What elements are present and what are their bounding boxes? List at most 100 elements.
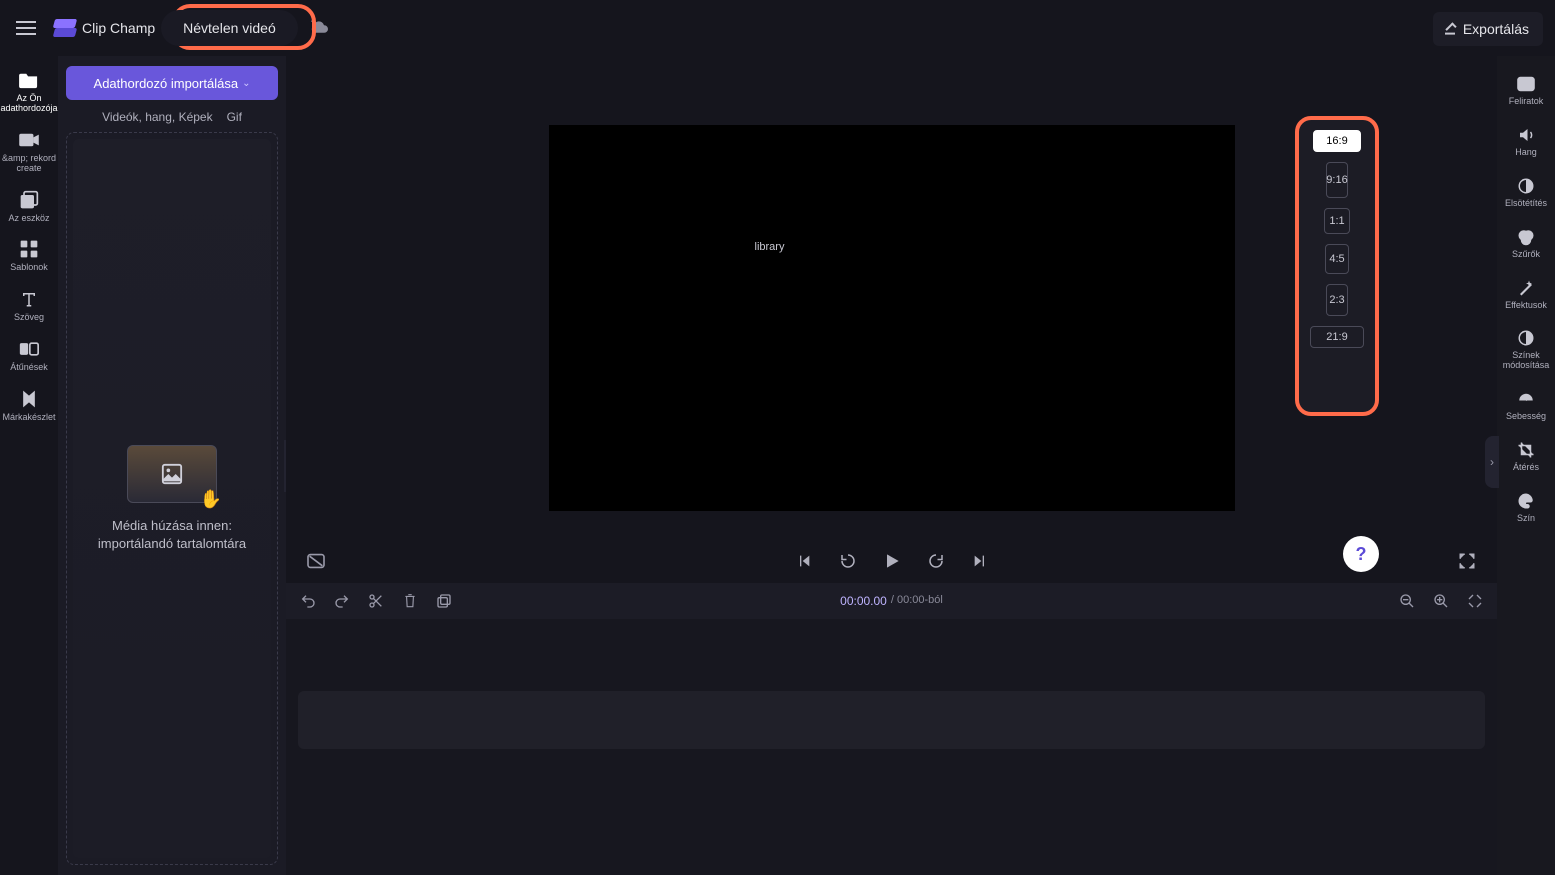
redo-button[interactable] <box>332 591 352 611</box>
media-filter-main[interactable]: Videók, hang, Képek <box>102 110 213 124</box>
project-title-input[interactable]: Névtelen videó <box>161 10 298 46</box>
play-button[interactable] <box>880 549 904 573</box>
palette-icon <box>1515 491 1537 511</box>
aspect-4-5-button[interactable]: 4:5 <box>1325 244 1349 274</box>
preview-overlay-text: library <box>755 241 785 253</box>
player-controls-bar <box>286 539 1497 583</box>
rsb-label: Effektusok <box>1505 301 1547 311</box>
rsb-item-captions[interactable]: Feliratok <box>1497 70 1555 111</box>
left-sidebar: Az Ön adathordozója &amp; rekord create … <box>0 56 58 875</box>
timeline-area[interactable] <box>286 619 1497 875</box>
folder-icon <box>18 70 40 90</box>
timeline-empty-track[interactable] <box>298 691 1485 749</box>
rsb-label: Szín <box>1517 514 1535 524</box>
rsb-label: Színek módosítása <box>1503 351 1550 371</box>
rewind-button[interactable] <box>836 549 860 573</box>
speed-icon <box>1515 389 1537 409</box>
right-sidebar: › Feliratok Hang Elsötétítés Szűrők Effe… <box>1497 56 1555 875</box>
rsb-label: Sebesség <box>1506 412 1546 422</box>
undo-button[interactable] <box>298 591 318 611</box>
rsb-item-color[interactable]: Szín <box>1497 487 1555 528</box>
current-time: 00:00.00 <box>840 594 887 608</box>
overlay-toggle-button[interactable] <box>304 549 328 573</box>
import-media-button[interactable]: Adathordozó importálása ⌄ <box>66 66 278 100</box>
crop-icon <box>1515 440 1537 460</box>
rsb-label: Elsötétítés <box>1505 199 1547 209</box>
top-bar: Clip Champ Névtelen videó Exportálás <box>0 0 1555 56</box>
rsb-item-transform[interactable]: Átérés <box>1497 436 1555 477</box>
sidebar-item-media[interactable]: Az Ön adathordozója <box>0 64 58 120</box>
contrast-icon <box>1515 328 1537 348</box>
media-filter-row: Videók, hang, Képek Gif <box>66 110 278 124</box>
fit-zoom-button[interactable] <box>1465 591 1485 611</box>
speaker-icon <box>1515 125 1537 145</box>
menu-button[interactable] <box>8 10 44 46</box>
media-dropzone[interactable]: ✋ Média húzása innen: importálandó tarta… <box>66 132 278 865</box>
aspect-1-1-button[interactable]: 1:1 <box>1324 208 1350 234</box>
help-button[interactable]: ? <box>1343 536 1379 572</box>
fade-icon <box>1515 176 1537 196</box>
sidebar-item-templates[interactable]: Sablonok <box>0 233 58 279</box>
cloud-sync-icon <box>310 19 328 38</box>
rsb-item-fade[interactable]: Elsötétítés <box>1497 172 1555 213</box>
export-label: Exportálás <box>1463 21 1529 37</box>
app-logo-icon <box>54 19 76 37</box>
zoom-out-button[interactable] <box>1397 591 1417 611</box>
chevron-down-icon: ⌄ <box>242 78 250 89</box>
aspect-9-16-button[interactable]: 9:16 <box>1326 162 1348 198</box>
expand-right-panel-button[interactable]: › <box>1485 436 1499 488</box>
total-time: / 00:00-ból <box>891 594 943 608</box>
sidebar-item-transitions[interactable]: Átűnések <box>0 333 58 379</box>
library-icon <box>18 190 40 210</box>
rsb-label: Hang <box>1515 148 1537 158</box>
tag-icon <box>18 389 40 409</box>
camera-icon <box>18 130 40 150</box>
export-button[interactable]: Exportálás <box>1433 12 1543 46</box>
rsb-label: Szűrők <box>1512 250 1540 260</box>
filters-icon <box>1515 227 1537 247</box>
split-button[interactable] <box>366 591 386 611</box>
captions-icon <box>1515 74 1537 94</box>
skip-start-button[interactable] <box>792 549 816 573</box>
sidebar-item-record[interactable]: &amp; rekord create <box>0 124 58 180</box>
skip-end-button[interactable] <box>968 549 992 573</box>
forward-button[interactable] <box>924 549 948 573</box>
rsb-item-audio[interactable]: Hang <box>1497 121 1555 162</box>
rsb-item-adjust-colors[interactable]: Színek módosítása <box>1497 324 1555 375</box>
rsb-item-filters[interactable]: Szűrők <box>1497 223 1555 264</box>
app-name: Clip Champ <box>82 20 155 36</box>
sidebar-item-label: Az Ön adathordozója <box>0 94 58 114</box>
fullscreen-button[interactable] <box>1455 549 1479 573</box>
sidebar-item-label: Szöveg <box>14 313 44 323</box>
sidebar-item-label: Az eszköz <box>8 214 49 224</box>
sidebar-item-label: Átűnések <box>10 363 48 373</box>
video-preview[interactable]: library <box>549 125 1235 511</box>
sidebar-item-brandkit[interactable]: Márkakészlet <box>0 383 58 429</box>
sidebar-item-text[interactable]: Szöveg <box>0 283 58 329</box>
media-panel: Adathordozó importálása ⌄ Videók, hang, … <box>58 56 286 875</box>
aspect-21-9-button[interactable]: 21:9 <box>1310 326 1364 348</box>
timeline-time-display: 00:00.00 / 00:00-ból <box>840 594 943 608</box>
center-area: library <box>286 56 1497 875</box>
sidebar-item-tools[interactable]: Az eszköz <box>0 184 58 230</box>
media-filter-gif[interactable]: Gif <box>227 110 242 124</box>
rsb-item-speed[interactable]: Sebesség <box>1497 385 1555 426</box>
rsb-item-effects[interactable]: Effektusok <box>1497 274 1555 315</box>
dropzone-text: Média húzása innen: importálandó tartalo… <box>98 517 246 552</box>
magic-wand-icon <box>1515 278 1537 298</box>
sidebar-item-label: &amp; rekord create <box>2 154 56 174</box>
aspect-16-9-button[interactable]: 16:9 <box>1313 130 1361 152</box>
duplicate-button[interactable] <box>434 591 454 611</box>
hand-icon: ✋ <box>200 489 222 510</box>
text-icon <box>18 289 40 309</box>
aspect-ratio-panel: 16:9 9:16 1:1 4:5 2:3 21:9 <box>1295 116 1379 416</box>
rsb-label: Átérés <box>1513 463 1539 473</box>
rsb-label: Feliratok <box>1509 97 1544 107</box>
import-label: Adathordozó importálása <box>94 76 239 91</box>
sidebar-item-label: Márkakészlet <box>2 413 55 423</box>
transition-icon <box>18 339 40 359</box>
delete-button[interactable] <box>400 591 420 611</box>
zoom-in-button[interactable] <box>1431 591 1451 611</box>
aspect-2-3-button[interactable]: 2:3 <box>1326 284 1348 316</box>
dropzone-thumb-icon: ✋ <box>127 445 217 503</box>
